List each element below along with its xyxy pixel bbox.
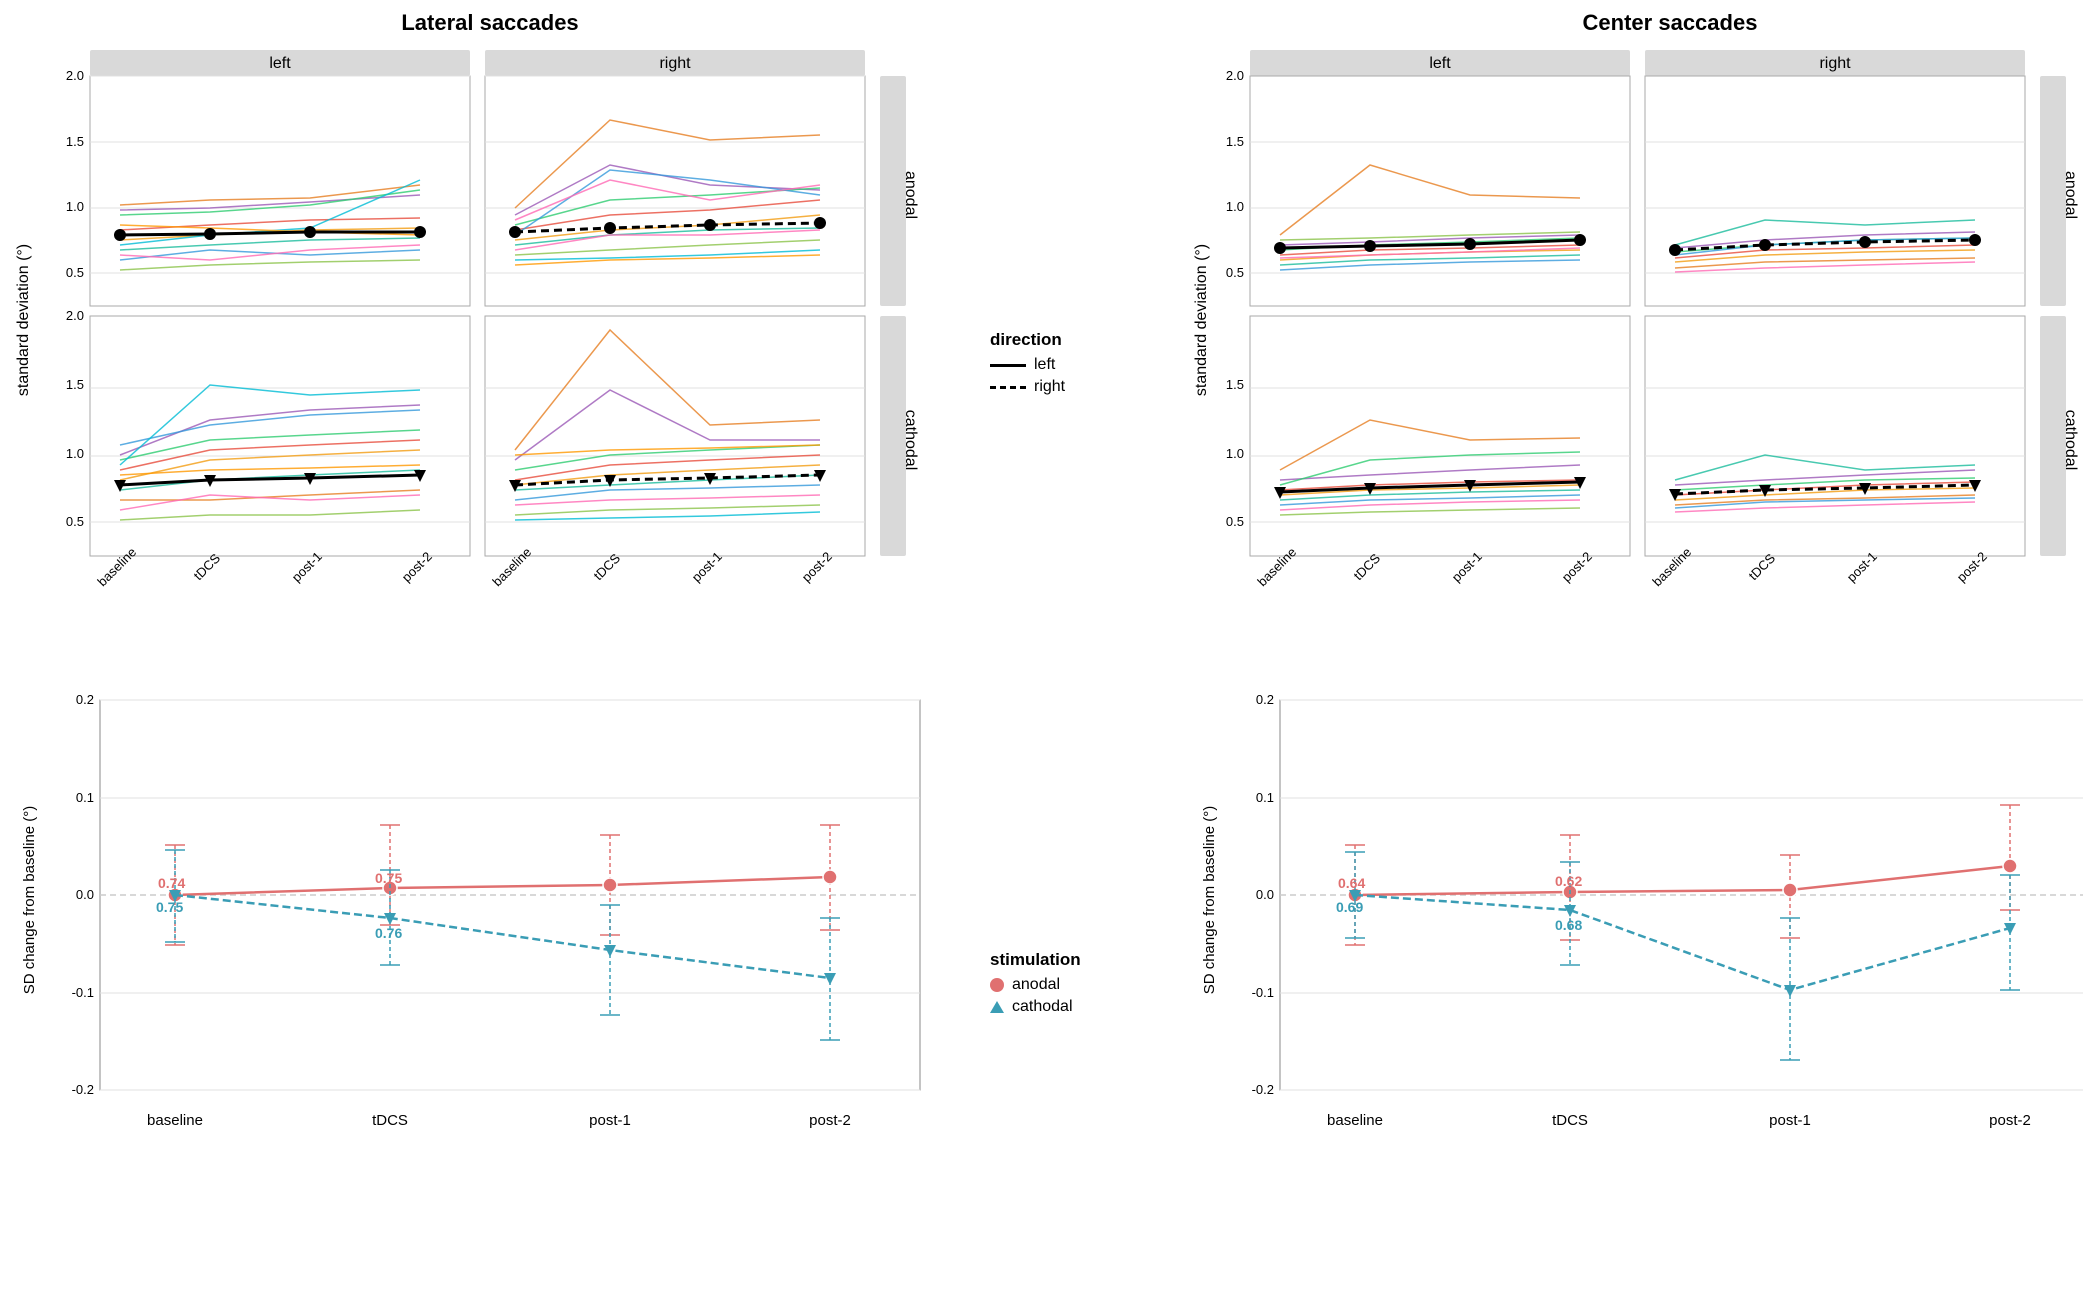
svg-text:0.69: 0.69 [1336,899,1363,915]
main-container: Lateral saccades left right anodal catho… [0,0,2083,1297]
right-line-icon [990,386,1026,389]
direction-legend-title: direction [990,330,1170,350]
legend-right-label: right [1034,378,1065,396]
svg-text:post-1: post-1 [589,1112,631,1129]
svg-text:standard deviation (°): standard deviation (°) [1193,244,1210,396]
svg-text:cathodal: cathodal [902,410,919,471]
legend-anodal-label: anodal [1012,976,1060,994]
top-row: Lateral saccades left right anodal catho… [10,10,2073,650]
svg-text:0.75: 0.75 [156,899,183,915]
svg-text:post-2: post-2 [809,1112,851,1129]
legend-cathodal-item: cathodal [990,998,1170,1016]
lateral-panel: Lateral saccades left right anodal catho… [10,10,970,650]
svg-text:0.1: 0.1 [76,790,94,805]
svg-text:0.5: 0.5 [66,514,84,529]
svg-text:right: right [659,55,691,72]
svg-text:tDCS: tDCS [1552,1112,1588,1129]
svg-text:0.68: 0.68 [1555,917,1582,933]
svg-text:0.2: 0.2 [76,692,94,707]
svg-text:1.5: 1.5 [66,134,84,149]
svg-text:0.0: 0.0 [76,887,94,902]
svg-text:left: left [269,55,291,72]
lateral-bottom-chart: SD change from baseline (°) 0.2 0.1 0.0 … [20,670,970,1200]
svg-text:-0.2: -0.2 [1252,1082,1274,1097]
svg-text:0.62: 0.62 [1555,873,1582,889]
svg-text:-0.1: -0.1 [72,985,94,1000]
center-panel: Center saccades left right anodal cathod… [1190,10,2083,650]
legend-left-item: left [990,356,1170,374]
bottom-row: SD change from baseline (°) 0.2 0.1 0.0 … [10,670,2073,1230]
svg-text:1.0: 1.0 [1226,199,1244,214]
svg-text:0.74: 0.74 [158,875,185,891]
cathodal-triangle-icon [990,1001,1004,1013]
svg-text:SD change from baseline (°): SD change from baseline (°) [1201,806,1218,995]
svg-text:anodal: anodal [2062,171,2079,219]
svg-text:baseline: baseline [1327,1112,1383,1129]
center-top-chart: left right anodal cathodal standard devi… [1190,40,2083,640]
svg-text:1.5: 1.5 [1226,134,1244,149]
legend-right-item: right [990,378,1170,396]
svg-text:1.0: 1.0 [66,446,84,461]
svg-text:post-2: post-2 [1989,1112,2031,1129]
svg-text:SD change from baseline (°): SD change from baseline (°) [21,806,38,995]
svg-text:0.5: 0.5 [1226,265,1244,280]
svg-text:standard deviation (°): standard deviation (°) [15,244,32,396]
svg-text:0.64: 0.64 [1338,875,1365,891]
svg-text:2.0: 2.0 [66,68,84,83]
svg-text:2.0: 2.0 [66,308,84,323]
center-bottom-chart: SD change from baseline (°) 0.2 0.1 0.0 … [1200,670,2083,1200]
direction-legend: direction left right [970,10,1190,650]
left-line-icon [990,364,1026,367]
stimulation-legend-title: stimulation [990,950,1170,970]
legend-left-label: left [1034,356,1055,374]
center-bottom-panel: SD change from baseline (°) 0.2 0.1 0.0 … [1190,670,2083,1230]
svg-text:0.76: 0.76 [375,925,402,941]
svg-text:1.5: 1.5 [66,377,84,392]
legend-cathodal-label: cathodal [1012,998,1073,1016]
svg-text:post-1: post-1 [1769,1112,1811,1129]
svg-text:0.0: 0.0 [1256,887,1274,902]
lateral-title: Lateral saccades [10,10,970,36]
lateral-bottom-panel: SD change from baseline (°) 0.2 0.1 0.0 … [10,670,970,1230]
legend-anodal-item: anodal [990,976,1170,994]
svg-text:1.0: 1.0 [66,199,84,214]
center-title: Center saccades [1190,10,2083,36]
svg-text:0.75: 0.75 [375,870,402,886]
svg-text:0.2: 0.2 [1256,692,1274,707]
svg-text:0.1: 0.1 [1256,790,1274,805]
svg-text:0.5: 0.5 [1226,514,1244,529]
svg-text:baseline: baseline [147,1112,203,1129]
svg-text:cathodal: cathodal [2062,410,2079,471]
svg-text:1.5: 1.5 [1226,377,1244,392]
svg-text:1.0: 1.0 [1226,446,1244,461]
svg-text:-0.1: -0.1 [1252,985,1274,1000]
lateral-top-chart: left right anodal cathodal standard devi… [10,40,970,640]
svg-text:left: left [1429,55,1451,72]
svg-text:0.5: 0.5 [66,265,84,280]
svg-text:2.0: 2.0 [1226,68,1244,83]
svg-text:anodal: anodal [902,171,919,219]
svg-text:-0.2: -0.2 [72,1082,94,1097]
anodal-dot-icon [990,978,1004,992]
svg-text:right: right [1819,55,1851,72]
stimulation-legend: stimulation anodal cathodal [970,670,1190,1230]
svg-text:tDCS: tDCS [372,1112,408,1129]
